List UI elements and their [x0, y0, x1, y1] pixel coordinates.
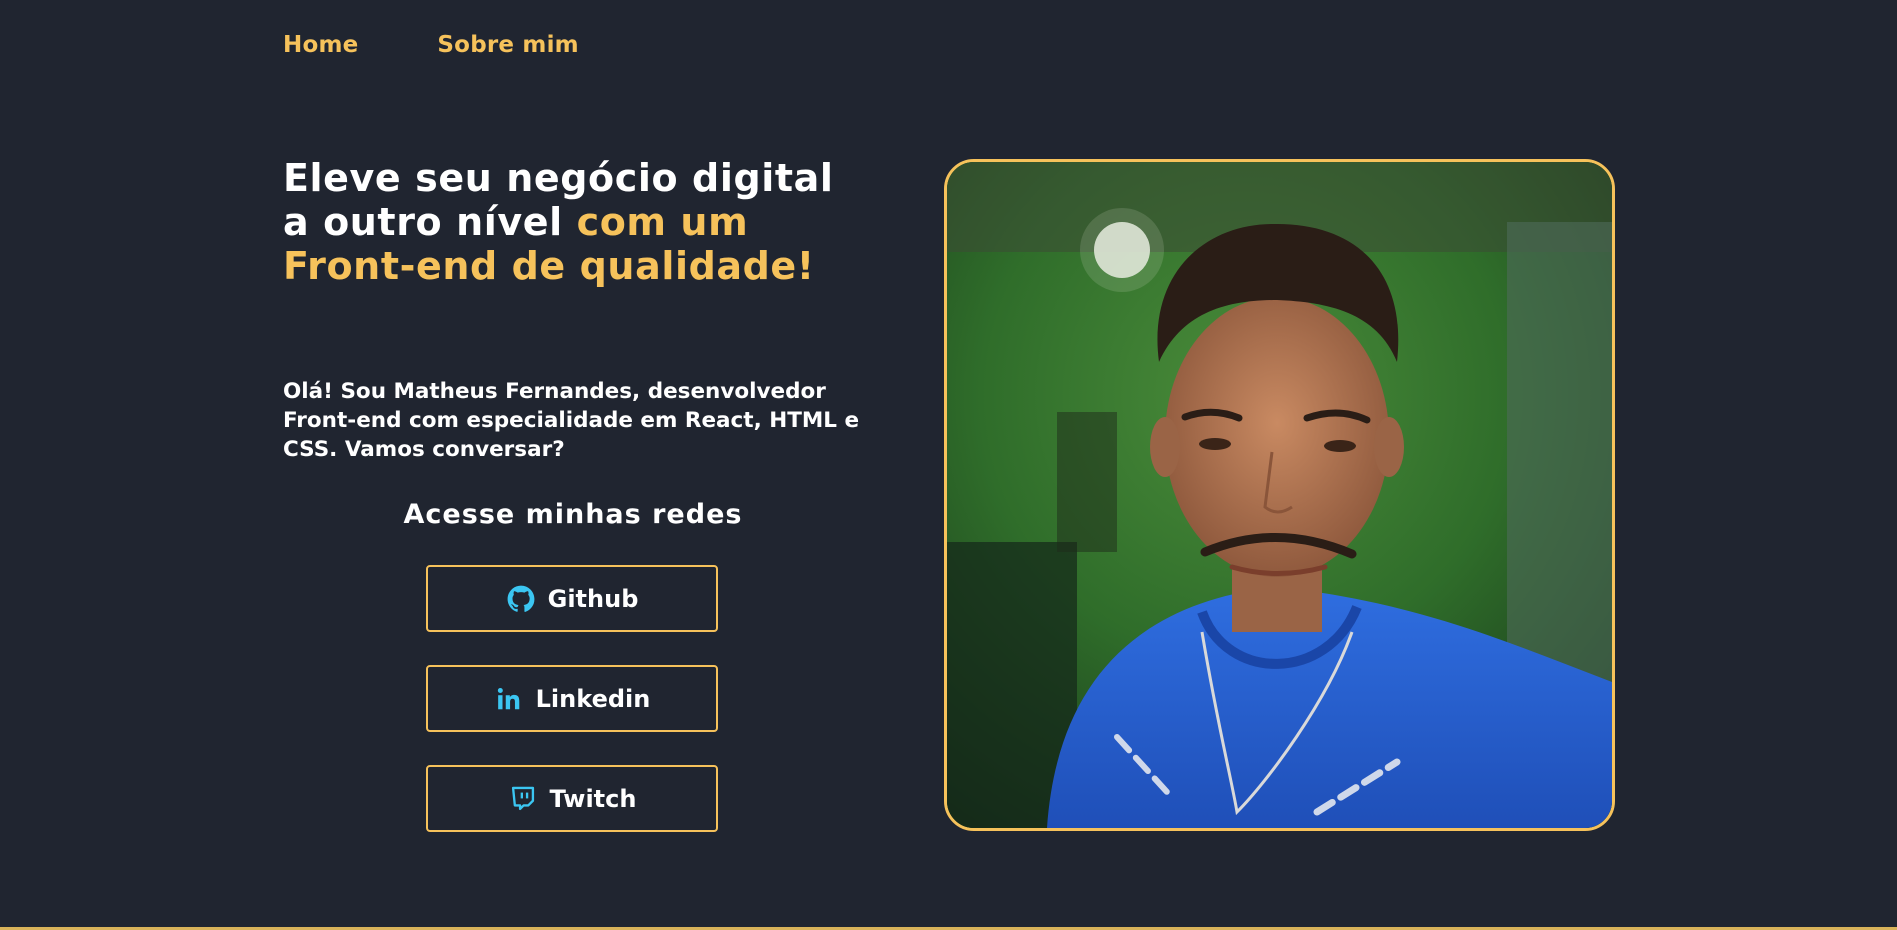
intro-text: Olá! Sou Matheus Fernandes, desenvolvedo… [283, 379, 860, 462]
hero-title: Eleve seu negócio digital a outro nível … [283, 156, 873, 288]
nav-home-link[interactable]: Home [283, 32, 358, 58]
linkedin-button[interactable]: Linkedin [426, 665, 718, 732]
profile-photo [944, 159, 1615, 831]
page: Home Sobre mim Eleve seu negócio digital… [0, 0, 1897, 930]
linkedin-icon [494, 684, 524, 714]
networks-title: Acesse minhas redes [403, 499, 743, 530]
top-nav: Home Sobre mim [283, 32, 579, 58]
hero-title-main: Eleve seu negócio digital a outro nível [283, 156, 834, 244]
twitch-button[interactable]: Twitch [426, 765, 718, 832]
linkedin-button-label: Linkedin [535, 684, 651, 713]
github-button-label: Github [547, 584, 639, 613]
nav-about-link[interactable]: Sobre mim [437, 32, 578, 58]
github-button[interactable]: Github [426, 565, 718, 632]
twitch-icon [508, 784, 538, 814]
twitch-button-label: Twitch [549, 784, 637, 813]
github-icon [506, 584, 536, 614]
